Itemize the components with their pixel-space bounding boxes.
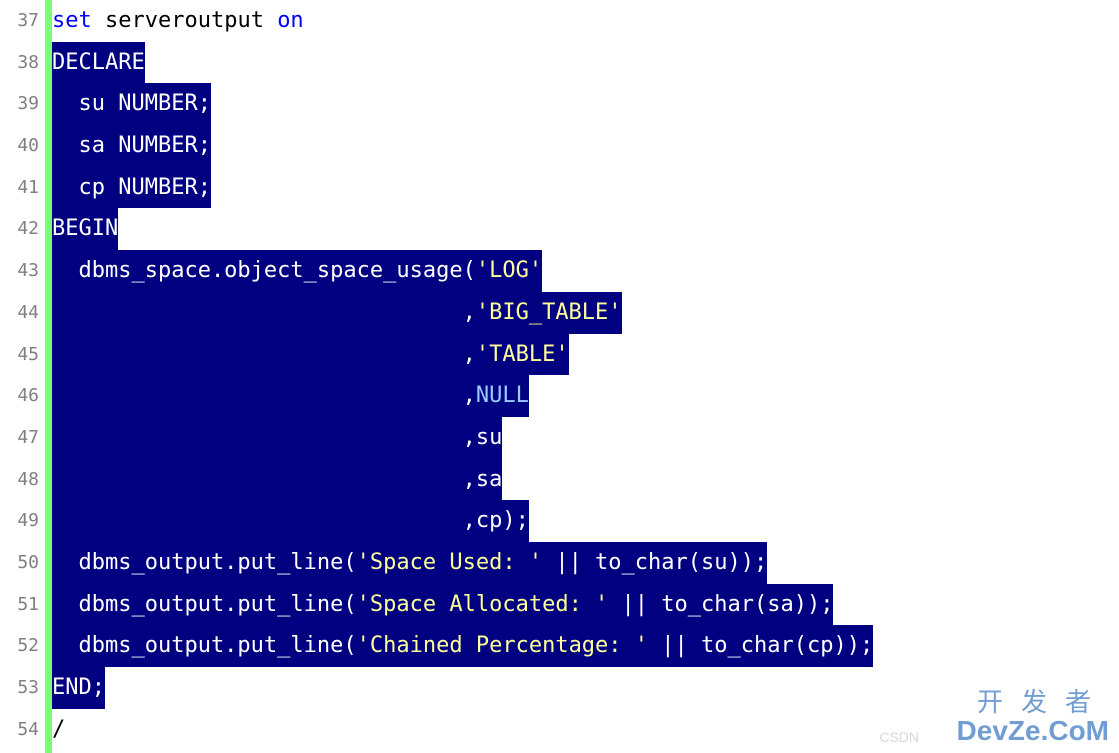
string-literal: 'Chained Percentage: ' [357,625,648,667]
keyword-on: on [277,0,304,42]
code-line[interactable]: cp NUMBER; [52,167,1119,209]
code-line[interactable]: ,sa [52,459,1119,501]
code-line[interactable]: ,su [52,417,1119,459]
line-number: 39 [0,83,45,125]
code-text: serveroutput [92,0,277,42]
code-text: , [52,334,476,376]
code-line[interactable]: sa NUMBER; [52,125,1119,167]
string-literal: 'TABLE' [476,334,569,376]
code-line[interactable]: ,cp); [52,500,1119,542]
keyword-set: set [52,0,92,42]
line-number: 47 [0,417,45,459]
code-text: || to_char(cp)); [648,625,873,667]
keyword-declare: DECLARE [52,42,145,84]
code-text: su NUMBER; [52,83,211,125]
string-literal: 'LOG' [476,250,542,292]
keyword-null: NULL [476,375,529,417]
code-line[interactable]: dbms_space.object_space_usage('LOG' [52,250,1119,292]
string-literal: 'Space Allocated: ' [357,584,609,626]
code-line[interactable]: su NUMBER; [52,83,1119,125]
string-literal: 'BIG_TABLE' [476,292,622,334]
code-line[interactable]: ,NULL [52,375,1119,417]
line-number: 41 [0,167,45,209]
code-text: dbms_output.put_line( [52,584,357,626]
code-text: , [52,292,476,334]
line-number: 52 [0,625,45,667]
code-line[interactable]: ,'BIG_TABLE' [52,292,1119,334]
line-number: 46 [0,375,45,417]
code-line[interactable]: set serveroutput on [52,0,1119,42]
line-number: 49 [0,500,45,542]
code-line[interactable]: DECLARE [52,42,1119,84]
code-text: ,cp); [52,500,529,542]
line-number: 53 [0,667,45,709]
line-number-gutter: 37 38 39 40 41 42 43 44 45 46 47 48 49 5… [0,0,52,753]
line-number: 37 [0,0,45,42]
code-line[interactable]: dbms_output.put_line('Chained Percentage… [52,625,1119,667]
line-number: 51 [0,584,45,626]
line-number: 50 [0,542,45,584]
line-number: 45 [0,334,45,376]
line-number: 48 [0,459,45,501]
code-text: dbms_output.put_line( [52,625,357,667]
code-line[interactable]: dbms_output.put_line('Space Used: ' || t… [52,542,1119,584]
code-editor[interactable]: set serveroutput on DECLARE su NUMBER; s… [52,0,1119,753]
code-line[interactable]: ,'TABLE' [52,334,1119,376]
code-text: , [52,375,476,417]
code-text: dbms_output.put_line( [52,542,357,584]
line-number: 54 [0,709,45,751]
line-number: 43 [0,250,45,292]
code-line[interactable]: / [52,709,1119,751]
keyword-begin: BEGIN [52,208,118,250]
code-text: dbms_space.object_space_usage( [52,250,476,292]
string-literal: 'Space Used: ' [357,542,542,584]
keyword-end: END; [52,667,105,709]
line-number: 44 [0,292,45,334]
line-number: 40 [0,125,45,167]
code-text: ,sa [52,459,502,501]
line-number: 38 [0,42,45,84]
code-text: / [52,709,65,751]
code-line[interactable]: dbms_output.put_line('Space Allocated: '… [52,584,1119,626]
code-text: ,su [52,417,502,459]
code-line[interactable]: BEGIN [52,208,1119,250]
code-line[interactable]: END; [52,667,1119,709]
code-text: sa NUMBER; [52,125,211,167]
line-number: 42 [0,208,45,250]
code-text: || to_char(su)); [542,542,767,584]
code-text: || to_char(sa)); [608,584,833,626]
code-text: cp NUMBER; [52,167,211,209]
